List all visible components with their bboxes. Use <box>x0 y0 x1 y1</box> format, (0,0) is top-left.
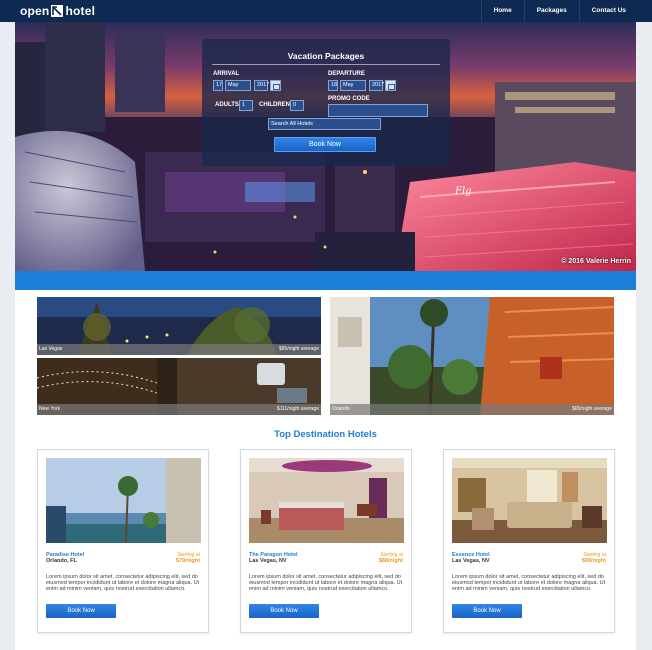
hotel-location: Las Vegas, NV <box>249 558 287 564</box>
page-content: Flg Vacation Packages ARRIVAL 17 May 201… <box>15 22 636 650</box>
hotel-card-paragon: The Paragon Hotel Las Vegas, NV Starting… <box>240 449 412 633</box>
main-nav: Home Packages Contact Us <box>480 0 638 22</box>
hotel-card-paradise: Paradise Hotel Orlando, FL Starting at $… <box>37 449 209 633</box>
hotel-price: $79/night <box>175 558 200 564</box>
section-title: Top Destination Hotels <box>274 429 377 440</box>
paradise-hotel-photo <box>46 458 201 543</box>
destination-tile-new-york[interactable]: New York $111/night average <box>37 358 321 415</box>
arrival-month-field[interactable]: May <box>225 80 251 91</box>
tile-rate: $85/night average <box>278 346 319 352</box>
hotel-description: Lorem ipsum dolor sit amet, consectetur … <box>46 574 200 592</box>
hotel-location: Las Vegas, NV <box>452 558 490 564</box>
children-label: CHILDREN <box>259 102 290 108</box>
hotel-price: $90/night <box>581 558 606 564</box>
booking-book-now-button[interactable]: Book Now <box>274 137 376 152</box>
hotel-photo[interactable] <box>46 458 201 543</box>
nav-packages[interactable]: Packages <box>523 0 579 22</box>
tile-caption: Las Vegas $85/night average <box>37 344 321 355</box>
nav-home[interactable]: Home <box>480 0 524 22</box>
adults-field[interactable]: 1 <box>239 100 253 111</box>
destination-tile-orlando[interactable]: Orlando $65/night average <box>330 297 614 415</box>
hotel-location: Orlando, FL <box>46 558 77 564</box>
hotel-description: Lorem ipsum dolor sit amet, consectetur … <box>452 574 606 592</box>
tile-city: New York <box>39 406 61 412</box>
hotel-description: Lorem ipsum dolor sit amet, consectetur … <box>249 574 403 592</box>
logo-text-open: open <box>20 4 50 18</box>
booking-title: Vacation Packages <box>287 51 365 61</box>
departure-day-field[interactable]: 18 <box>328 80 338 91</box>
children-field[interactable]: 0 <box>290 100 304 111</box>
hotel-card-essence: Essence Hotel Las Vegas, NV Starting at … <box>443 449 615 633</box>
top-navbar: open hotel Home Packages Contact Us <box>0 0 652 22</box>
promo-code-label: PROMO CODE <box>328 96 370 102</box>
brand-logo[interactable]: open hotel <box>20 4 95 18</box>
adults-label: ADULTS <box>215 102 239 108</box>
tile-city: Las Vegas <box>39 346 63 352</box>
destination-tile-las-vegas[interactable]: Las Vegas $85/night average <box>37 297 321 355</box>
departure-month-field[interactable]: May <box>340 80 366 91</box>
hotel-photo[interactable] <box>452 458 607 543</box>
departure-calendar-icon[interactable] <box>385 80 396 91</box>
hotel-price: $88/night <box>378 558 403 564</box>
promo-code-field[interactable] <box>328 104 428 117</box>
tile-rate: $65/night average <box>571 406 612 412</box>
arrival-calendar-icon[interactable] <box>270 80 281 91</box>
nav-contact[interactable]: Contact Us <box>578 0 638 22</box>
departure-label: DEPARTURE <box>328 71 365 77</box>
booking-divider <box>212 64 440 65</box>
vacation-packages-form: Vacation Packages ARRIVAL 17 May 2017 DE… <box>202 39 450 166</box>
book-now-button[interactable]: Book Now <box>249 604 319 618</box>
arrival-year-field[interactable]: 2017 <box>254 80 269 91</box>
hero-banner: Flg Vacation Packages ARRIVAL 17 May 201… <box>15 22 636 271</box>
departure-year-field[interactable]: 2017 <box>369 80 384 91</box>
logo-mark-icon <box>51 5 64 17</box>
tile-caption: Orlando $65/night average <box>330 404 614 415</box>
paragon-hotel-photo <box>249 458 404 543</box>
tile-city: Orlando <box>332 406 350 412</box>
hero-accent-bar <box>15 271 636 290</box>
orlando-photo <box>330 297 614 415</box>
hotel-photo[interactable] <box>249 458 404 543</box>
essence-hotel-photo <box>452 458 607 543</box>
photo-credit: © 2016 Valerie Herrin <box>561 258 631 265</box>
book-now-button[interactable]: Book Now <box>46 604 116 618</box>
search-all-hotels-select[interactable]: Search All Hotels <box>268 118 381 130</box>
tile-caption: New York $111/night average <box>37 404 321 415</box>
book-now-button[interactable]: Book Now <box>452 604 522 618</box>
arrival-label: ARRIVAL <box>213 71 240 77</box>
tile-rate: $111/night average <box>276 406 319 412</box>
logo-text-hotel: hotel <box>65 4 96 18</box>
svg-text:Flg: Flg <box>454 186 472 197</box>
arrival-day-field[interactable]: 17 <box>213 80 223 91</box>
